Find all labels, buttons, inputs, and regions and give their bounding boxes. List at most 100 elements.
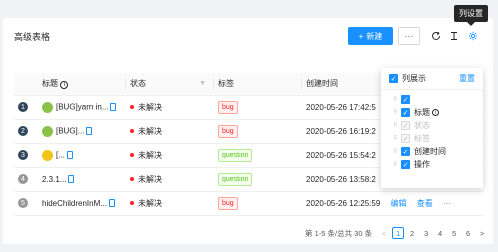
- column-settings-header: ✓ 列展示 重置: [381, 68, 483, 90]
- drag-handle-icon[interactable]: ⠿: [393, 161, 398, 168]
- copy-icon[interactable]: [108, 199, 115, 208]
- header-title-label: 标题: [42, 79, 58, 89]
- column-setting-item[interactable]: ⠿ ✓: [381, 93, 483, 106]
- page-1[interactable]: 1: [392, 227, 405, 239]
- page-3[interactable]: 3: [420, 227, 432, 239]
- column-settings-tooltip: 列设置: [454, 5, 488, 22]
- row-title: hideChildrenInM...: [42, 198, 107, 208]
- pagination: 第 1-5 条/总共 30 条 < 1 2 3 4 5 6 >: [305, 227, 488, 239]
- check-icon: ✓: [401, 108, 410, 117]
- plus-icon: +: [358, 31, 364, 41]
- info-icon[interactable]: i: [60, 81, 69, 90]
- header-index: [14, 73, 38, 96]
- user-avatar: [42, 149, 53, 161]
- user-avatar: [42, 125, 53, 137]
- row-status: 未解决: [138, 102, 162, 112]
- drag-handle-icon[interactable]: ⠿: [393, 109, 398, 116]
- header-tag-label: 标签: [218, 79, 234, 89]
- tooltip-arrow: [467, 22, 475, 26]
- row-tag: bug: [218, 196, 238, 210]
- next-page-button[interactable]: >: [476, 227, 488, 239]
- row-more-icon[interactable]: ···: [443, 199, 451, 208]
- row-index: 5: [18, 198, 28, 209]
- view-link[interactable]: 查看: [417, 199, 433, 208]
- check-icon: ✓: [401, 147, 410, 156]
- row-status: 未解决: [138, 150, 162, 160]
- drag-handle-icon[interactable]: ⠿: [393, 96, 398, 103]
- status-dot-icon: [130, 153, 134, 158]
- column-settings-popover: ✓ 列展示 重置 ⠿ ✓ ⠿ ✓ 标题 i ⠿ ✓ 状态 ⠿ ✓ 标签 ⠿ ✓ 创建时间 ⠿ ✓ 操作: [381, 68, 483, 188]
- column-setting-label: 操作: [414, 160, 430, 169]
- row-status: 未解决: [138, 174, 162, 184]
- row-tag: bug: [218, 124, 238, 138]
- row-title: [...: [56, 150, 65, 160]
- header-tag: 标签: [214, 73, 302, 96]
- check-icon: ✓: [401, 121, 410, 130]
- page-4[interactable]: 4: [434, 227, 446, 239]
- row-status: 未解决: [138, 198, 162, 208]
- column-setting-gear-icon[interactable]: [466, 29, 480, 43]
- new-button[interactable]: + 新建: [348, 27, 393, 45]
- show-all-label: 列展示: [402, 74, 426, 83]
- status-dot-icon: [130, 129, 134, 134]
- header-status-label: 状态: [130, 79, 146, 89]
- column-setting-label: 创建时间: [414, 147, 446, 156]
- row-tag: question: [218, 148, 253, 162]
- user-avatar: [42, 101, 53, 113]
- header-status[interactable]: 状态 ▼: [126, 73, 214, 96]
- density-icon[interactable]: [447, 29, 461, 43]
- row-created: 2020-05-26 17:42:5: [306, 102, 376, 112]
- row-index: 2: [18, 126, 28, 137]
- header-title[interactable]: 标题 i: [38, 73, 126, 96]
- row-created: 2020-05-26 16:19:2: [306, 126, 376, 136]
- row-index: 1: [18, 102, 28, 113]
- column-setting-label: 标签: [414, 134, 430, 143]
- status-dot-icon: [130, 105, 134, 110]
- row-index: 3: [18, 150, 28, 161]
- column-setting-item[interactable]: ⠿ ✓ 标题 i: [381, 106, 483, 119]
- edit-link[interactable]: 编辑: [391, 199, 407, 208]
- row-title: [BUG]yarn in...: [56, 102, 109, 112]
- page-6[interactable]: 6: [462, 227, 474, 239]
- info-icon: i: [432, 109, 439, 116]
- new-button-label: 新建: [366, 31, 383, 41]
- table-row: 5 hideChildrenInM... 未解决 bug 2020-05-26 …: [14, 191, 484, 216]
- prev-page-button[interactable]: <: [378, 227, 390, 239]
- row-created: 2020-05-26 12:25:59: [306, 198, 381, 208]
- page-2[interactable]: 2: [406, 227, 418, 239]
- table-title: 高级表格: [14, 32, 51, 42]
- filter-icon[interactable]: ▼: [199, 80, 206, 87]
- column-setting-label: 标题: [414, 108, 430, 117]
- row-created: 2020-05-26 15:54:2: [306, 150, 376, 160]
- check-icon: ✓: [401, 95, 410, 104]
- check-icon: ✓: [401, 134, 410, 143]
- row-created: 2020-05-26 13:58:2: [306, 174, 376, 184]
- row-status: 未解决: [138, 126, 162, 136]
- column-setting-item[interactable]: ⠿ ✓ 创建时间: [381, 145, 483, 158]
- drag-handle-icon[interactable]: ⠿: [393, 148, 398, 155]
- copy-icon[interactable]: [110, 103, 117, 111]
- column-setting-item: ⠿ ✓ 标签: [381, 132, 483, 145]
- status-dot-icon: [130, 201, 134, 206]
- column-setting-item[interactable]: ⠿ ✓ 操作: [381, 158, 483, 171]
- copy-icon[interactable]: [68, 175, 75, 184]
- page-5[interactable]: 5: [448, 227, 460, 239]
- row-title: [BUG]...: [56, 126, 85, 136]
- row-tag: question: [218, 172, 253, 186]
- drag-handle-icon: ⠿: [393, 123, 398, 129]
- row-title: 2.3.1...: [42, 174, 67, 184]
- reset-button[interactable]: 重置: [459, 73, 475, 84]
- row-tag: bug: [218, 100, 238, 114]
- check-icon: ✓: [401, 160, 410, 169]
- status-dot-icon: [130, 177, 134, 182]
- pagination-summary: 第 1-5 条/总共 30 条: [305, 228, 373, 238]
- column-setting-label: 状态: [414, 121, 430, 130]
- more-button[interactable]: ···: [398, 27, 420, 45]
- copy-icon[interactable]: [86, 127, 93, 135]
- check-icon: ✓: [389, 74, 398, 84]
- advanced-table-card: 高级表格 + 新建 ··· 标题 i 状态 ▼ 标签 创建时间 1 [BUG]y…: [3, 18, 493, 244]
- column-setting-item: ⠿ ✓ 状态: [381, 119, 483, 132]
- reload-icon[interactable]: [429, 29, 443, 43]
- copy-icon[interactable]: [66, 151, 73, 159]
- show-all-checkbox[interactable]: ✓ 列展示: [389, 73, 426, 84]
